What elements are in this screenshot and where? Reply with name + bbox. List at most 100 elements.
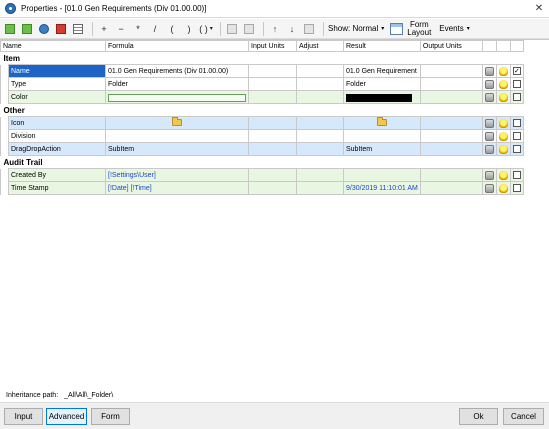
ok-button[interactable]: Ok	[459, 408, 498, 425]
lock-cell[interactable]	[481, 77, 497, 91]
row-adjust[interactable]	[296, 168, 344, 182]
lock-cell[interactable]	[481, 168, 497, 182]
show-dropdown[interactable]: Show: Normal ▾	[328, 24, 384, 33]
lock-cell[interactable]	[481, 116, 497, 130]
events-dropdown[interactable]: Events ▾	[439, 24, 469, 33]
table-row[interactable]: Color	[0, 90, 524, 104]
close-button[interactable]: ✕	[533, 3, 545, 15]
move-down-button[interactable]: ↓	[285, 21, 299, 37]
lock-cell[interactable]	[481, 64, 497, 78]
copy-button[interactable]	[225, 21, 239, 37]
table-row[interactable]: Icon	[0, 116, 524, 130]
row-adjust[interactable]	[296, 64, 344, 78]
check-cell[interactable]	[509, 168, 524, 182]
lock-cell[interactable]	[481, 142, 497, 156]
row-input-units[interactable]	[248, 168, 297, 182]
row-adjust[interactable]	[296, 129, 344, 143]
row-input-units[interactable]	[248, 181, 297, 195]
check-cell[interactable]	[509, 116, 524, 130]
table-row[interactable]: Time Stamp [!Date] [!Time] 9/30/2019 11:…	[0, 181, 524, 195]
table-row[interactable]: Type Folder Folder	[0, 77, 524, 91]
settings-button[interactable]	[37, 21, 51, 37]
group-row-item[interactable]: Item	[1, 52, 524, 65]
column-header-formula[interactable]: Formula	[105, 40, 249, 52]
row-formula[interactable]: SubItem	[105, 142, 249, 156]
row-name[interactable]: Time Stamp	[8, 181, 106, 195]
input-button[interactable]: Input	[4, 408, 43, 425]
advanced-button[interactable]: Advanced	[46, 408, 87, 425]
column-header-result[interactable]: Result	[343, 40, 421, 52]
multiply-button[interactable]: *	[131, 21, 145, 37]
row-checkbox[interactable]	[512, 132, 521, 140]
left-paren-button[interactable]: (	[165, 21, 179, 37]
row-input-units[interactable]	[248, 77, 297, 91]
row-checkbox[interactable]	[512, 171, 521, 179]
hint-cell[interactable]	[495, 181, 511, 195]
plus-button[interactable]: +	[97, 21, 111, 37]
lock-cell[interactable]	[481, 129, 497, 143]
row-output-units[interactable]	[419, 64, 483, 78]
parens-dropdown-button[interactable]: ( ) ▾	[199, 21, 213, 37]
check-cell[interactable]	[509, 90, 524, 104]
row-name[interactable]: Division	[8, 129, 106, 143]
row-input-units[interactable]	[248, 129, 297, 143]
column-header-name[interactable]: Name	[0, 40, 106, 52]
add-subitem-button[interactable]	[20, 21, 34, 37]
form-button[interactable]: Form	[91, 408, 130, 425]
column-header-output-units[interactable]: Output Units	[419, 40, 483, 52]
check-cell[interactable]	[509, 77, 524, 91]
row-checkbox[interactable]	[512, 184, 521, 192]
row-name[interactable]: Type	[8, 77, 106, 91]
check-cell[interactable]: ✓	[509, 64, 524, 78]
row-name[interactable]: Created By	[8, 168, 106, 182]
table-row[interactable]: Division	[0, 129, 524, 143]
export-button[interactable]	[302, 21, 316, 37]
lock-cell[interactable]	[481, 181, 497, 195]
row-input-units[interactable]	[248, 64, 297, 78]
row-input-units[interactable]	[248, 116, 297, 130]
hint-cell[interactable]	[495, 116, 511, 130]
row-output-units[interactable]	[419, 90, 483, 104]
group-row-audit-trail[interactable]: Audit Trail	[1, 156, 524, 169]
row-formula[interactable]	[105, 116, 249, 130]
row-formula[interactable]: [!Settings\User]	[105, 168, 249, 182]
row-checkbox[interactable]: ✓	[512, 67, 521, 75]
row-name[interactable]: DragDropAction	[8, 142, 106, 156]
table-row[interactable]: DragDropAction SubItem SubItem	[0, 142, 524, 156]
row-adjust[interactable]	[296, 77, 344, 91]
check-cell[interactable]	[509, 129, 524, 143]
minus-button[interactable]: −	[114, 21, 128, 37]
hint-cell[interactable]	[495, 142, 511, 156]
right-paren-button[interactable]: )	[182, 21, 196, 37]
hint-cell[interactable]	[495, 129, 511, 143]
row-checkbox[interactable]	[512, 80, 521, 88]
row-adjust[interactable]	[296, 116, 344, 130]
row-output-units[interactable]	[419, 181, 483, 195]
add-item-button[interactable]	[3, 21, 17, 37]
row-name[interactable]: Color	[8, 90, 106, 104]
row-formula[interactable]: Folder	[105, 77, 249, 91]
grid-button[interactable]	[71, 21, 85, 37]
row-output-units[interactable]	[419, 129, 483, 143]
row-output-units[interactable]	[419, 168, 483, 182]
check-cell[interactable]	[509, 142, 524, 156]
row-adjust[interactable]	[296, 181, 344, 195]
row-output-units[interactable]	[419, 142, 483, 156]
lock-cell[interactable]	[481, 90, 497, 104]
row-checkbox[interactable]	[512, 145, 521, 153]
row-output-units[interactable]	[419, 77, 483, 91]
group-row-other[interactable]: Other	[1, 104, 524, 117]
hint-cell[interactable]	[495, 64, 511, 78]
column-header-input-units[interactable]: Input Units	[248, 40, 297, 52]
cancel-button[interactable]: Cancel	[503, 408, 544, 425]
hint-cell[interactable]	[495, 77, 511, 91]
hint-cell[interactable]	[495, 168, 511, 182]
form-layout-button[interactable]: Form Layout	[390, 20, 431, 37]
row-formula[interactable]: 01.0 Gen Requirements (Div 01.00.00)	[105, 64, 249, 78]
paste-button[interactable]	[242, 21, 256, 37]
row-input-units[interactable]	[248, 90, 297, 104]
hint-cell[interactable]	[495, 90, 511, 104]
row-output-units[interactable]	[419, 116, 483, 130]
row-formula[interactable]	[105, 129, 249, 143]
check-cell[interactable]	[509, 181, 524, 195]
